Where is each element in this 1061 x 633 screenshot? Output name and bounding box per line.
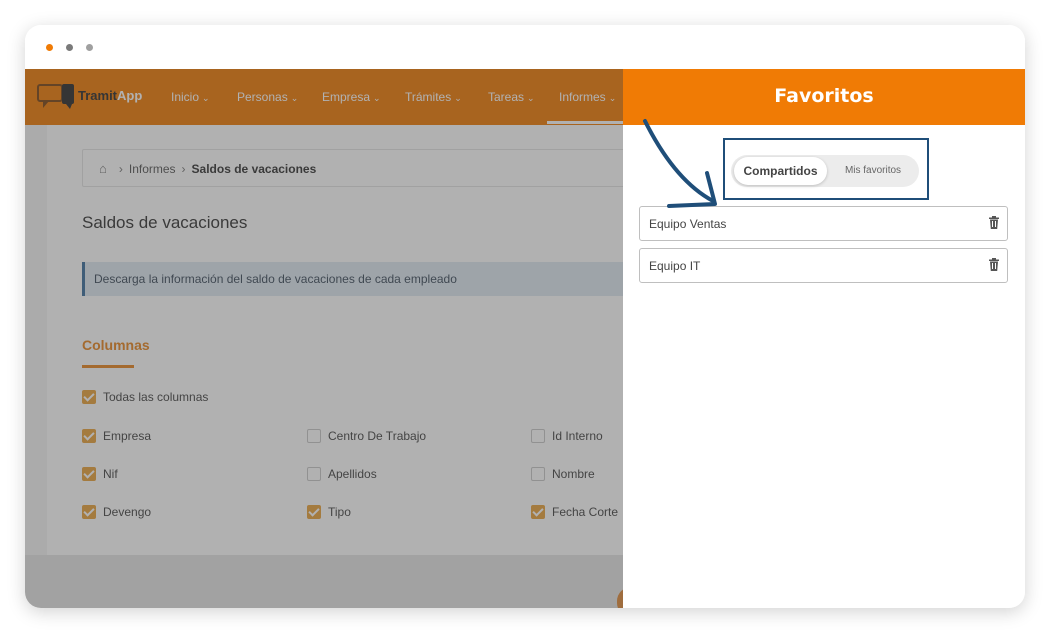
favorite-item-equipo-ventas[interactable]: Equipo Ventas [639,206,1008,241]
app-area: TramitApp Inicio ⌄ Personas ⌄ Empresa ⌄ Trá… [25,69,1025,608]
window-dot-gray [66,44,73,51]
trash-icon[interactable] [989,258,999,271]
panel-title: Favoritos [774,85,874,107]
tab-mis-favoritos[interactable]: Mis favoritos [829,157,917,185]
modal-backdrop[interactable] [25,69,623,608]
favorite-item-label: Equipo Ventas [649,217,727,231]
favorite-item-equipo-it[interactable]: Equipo IT [639,248,1008,283]
favorite-item-label: Equipo IT [649,259,701,273]
trash-icon[interactable] [989,216,999,229]
favorites-panel: Favoritos Compartidos Mis favoritos Equi… [623,69,1025,608]
browser-window: TramitApp Inicio ⌄ Personas ⌄ Empresa ⌄ Trá… [25,25,1025,608]
panel-header: Favoritos [623,69,1025,125]
window-dot-orange [46,44,53,51]
window-dot-lightgray [86,44,93,51]
tab-compartidos[interactable]: Compartidos [734,157,827,185]
window-titlebar [25,25,1025,69]
